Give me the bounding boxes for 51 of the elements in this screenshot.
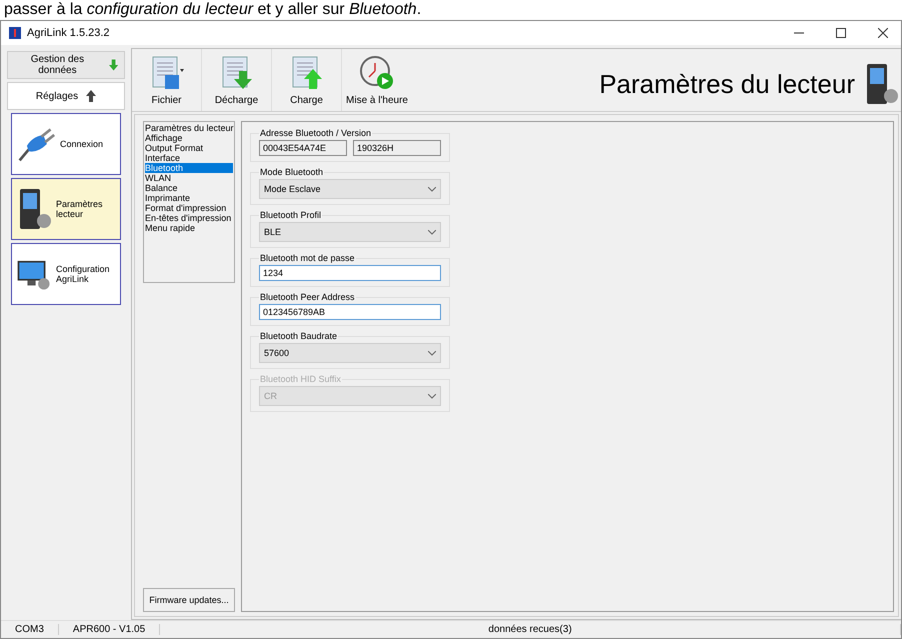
caption-text: passer à la configuration du lecteur et y aller sur Bluetooth.	[3, 0, 422, 20]
status-text: COM3	[1, 624, 59, 635]
list-item[interactable]: Format d'impression	[145, 203, 233, 213]
dropdown[interactable]: BLE	[259, 222, 441, 242]
list-item[interactable]: Menu rapide	[145, 223, 233, 233]
toolbar-button[interactable]: Fichier	[132, 49, 202, 111]
list-item[interactable]: En-têtes d'impression	[145, 213, 233, 223]
group-label: Adresse Bluetooth / Version	[259, 128, 372, 138]
window-title: AgriLink 1.5.23.2	[27, 27, 111, 39]
nav-button[interactable]: Gestion des données	[7, 51, 125, 79]
group-label: Bluetooth mot de passe	[259, 253, 356, 263]
group-label: Bluetooth HID Suffix	[259, 374, 342, 384]
list-item[interactable]: Affichage	[145, 133, 233, 143]
input-field[interactable]: 0123456789AB	[259, 304, 441, 320]
page-title: Paramètres du lecteur	[598, 68, 855, 100]
list-item[interactable]: Interface	[145, 153, 233, 163]
toolbar-button[interactable]: Mise à l'heure	[342, 49, 412, 111]
up-arrow-icon	[86, 90, 96, 102]
list-item[interactable]: WLAN	[145, 173, 233, 183]
dropdown[interactable]: 57600	[259, 343, 441, 363]
down-arrow-icon	[108, 59, 118, 71]
group-label: Bluetooth Profil	[259, 210, 322, 220]
app-logo-icon	[9, 27, 21, 39]
list-item[interactable]: Balance	[145, 183, 233, 193]
chevron-down-icon	[428, 186, 436, 192]
nav-item[interactable]: Connexion	[11, 113, 121, 175]
toolbar-button[interactable]: Charge	[272, 49, 342, 111]
nav-item[interactable]: Paramètres lecteur	[11, 178, 121, 240]
dropdown[interactable]: Mode Esclave	[259, 179, 441, 199]
clock-play-icon	[359, 55, 395, 91]
list-item[interactable]: Paramètres du lecteur	[145, 123, 233, 133]
firmware-updates-button[interactable]: Firmware updates...	[143, 588, 235, 612]
chevron-down-icon	[428, 350, 436, 356]
status-text: APR600 - V1.05	[58, 624, 160, 635]
readonly-field: 00043E54A74E	[259, 140, 347, 156]
status-text: données recues(3)	[160, 624, 901, 635]
group-label: Bluetooth Peer Address	[259, 292, 356, 302]
readonly-field: 190326H	[353, 140, 441, 156]
group-label: Mode Bluetooth	[259, 167, 324, 177]
nav-button[interactable]: Réglages	[7, 82, 125, 110]
toolbar-button[interactable]: Décharge	[202, 49, 272, 111]
input-field[interactable]: 1234	[259, 265, 441, 281]
list-item[interactable]: Output Format	[145, 143, 233, 153]
list-item[interactable]: Imprimante	[145, 193, 233, 203]
list-item[interactable]: Bluetooth	[145, 163, 233, 173]
chevron-down-icon	[428, 394, 436, 398]
chevron-down-icon	[428, 230, 436, 234]
group-label: Bluetooth Baudrate	[259, 331, 338, 341]
close-icon	[878, 28, 888, 38]
maximize-icon	[836, 28, 846, 38]
nav-item[interactable]: Configuration AgriLink	[11, 243, 121, 305]
